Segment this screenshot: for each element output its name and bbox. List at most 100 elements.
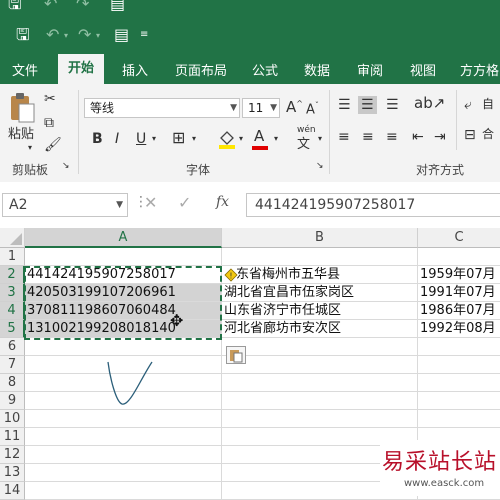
undo-icon[interactable]: ↶ [46,27,59,43]
cell-b5[interactable]: 河北省廊坊市安次区 [222,320,418,338]
merge-center-icon[interactable]: ⊟ [464,128,476,142]
shrink-font-button[interactable]: Aˇ [306,102,319,117]
phonetic-button[interactable]: wén [297,126,316,135]
row-header[interactable]: 5 [0,320,25,338]
cell-b7[interactable] [222,356,418,374]
cell-a6[interactable] [25,338,222,356]
customize-qat-icon[interactable]: ≡ [140,30,148,40]
form-icon[interactable]: ▤ [110,0,125,12]
undo-dropdown-icon[interactable]: ▾ [64,32,68,40]
cell-c7[interactable] [418,356,500,374]
row-header[interactable]: 10 [0,410,25,428]
tab-home[interactable]: 开始 [58,54,105,84]
font-launcher-icon[interactable]: ↘ [316,162,324,171]
insert-function-button[interactable]: fx [216,194,229,210]
cell-c8[interactable] [418,374,500,392]
row-header[interactable]: 8 [0,374,25,392]
tab-insert[interactable]: 插入 [122,60,148,79]
formula-input[interactable]: 441424195907258017 [246,193,500,217]
align-middle-icon[interactable]: ☰ [358,96,377,114]
row-header[interactable]: 4 [0,302,25,320]
worksheet-grid[interactable]: A B C 1 2 441424195907258017 东省梅州市五华县 1959年0… [0,228,500,500]
cut-icon[interactable]: ✂ [44,92,56,106]
row-header[interactable]: 7 [0,356,25,374]
paste-dropdown-icon[interactable]: ▾ [28,144,32,152]
tab-formulas[interactable]: 公式 [252,60,278,79]
cell-b6[interactable] [222,338,418,356]
increase-indent-icon[interactable]: ⇥ [434,130,446,144]
cell-a2[interactable]: 441424195907258017 [25,266,222,284]
redo-icon[interactable]: ↷ [78,27,91,43]
save-icon[interactable]: 🖫 [8,0,22,12]
paste-button[interactable]: 粘贴 [8,128,34,141]
wrap-text-icon[interactable]: ⤶ [464,98,472,112]
tab-view[interactable]: 视图 [410,60,436,79]
save-icon[interactable]: 🖫 [16,27,30,43]
cell-c3[interactable]: 1991年07月 [418,284,500,302]
merge-center-label[interactable]: 合 [482,128,494,140]
paste-options-icon[interactable] [226,346,246,364]
cell-b3[interactable]: 湖北省宜昌市伍家岗区 [222,284,418,302]
cell-b4[interactable]: 山东省济宁市任城区 [222,302,418,320]
cell-a3[interactable]: 420503199107206961 [25,284,222,302]
tab-file[interactable]: 文件 [12,60,38,79]
align-left-icon[interactable]: ≡ [338,130,350,144]
row-header[interactable]: 6 [0,338,25,356]
cell-c6[interactable] [418,338,500,356]
phonetic-dropdown-icon[interactable]: ▾ [318,135,322,143]
column-header-b[interactable]: B [222,228,418,248]
cell-a10[interactable] [25,410,222,428]
cell-b8[interactable] [222,374,418,392]
font-size-combo[interactable]: 11 ▼ [242,98,280,118]
cancel-icon[interactable]: ✕ [144,193,157,212]
wrap-text-label[interactable]: 自 [482,98,494,110]
cell-c9[interactable] [418,392,500,410]
chevron-down-icon[interactable]: ▼ [116,194,123,216]
row-header[interactable]: 11 [0,428,25,446]
borders-icon[interactable]: ⊞ [172,130,185,146]
row-header[interactable]: 12 [0,446,25,464]
row-header[interactable]: 9 [0,392,25,410]
cell-a12[interactable] [25,446,222,464]
tab-review[interactable]: 审阅 [357,60,383,79]
row-header[interactable]: 2 [0,266,25,284]
align-center-icon[interactable]: ≡ [362,130,374,144]
borders-dropdown-icon[interactable]: ▾ [192,135,196,143]
row-header[interactable]: 3 [0,284,25,302]
fill-color-dropdown-icon[interactable]: ▾ [239,135,243,143]
decrease-indent-icon[interactable]: ⇤ [412,130,424,144]
paste-icon[interactable] [8,92,36,124]
cell-c4[interactable]: 1986年07月 [418,302,500,320]
align-bottom-icon[interactable]: ☰ [386,98,399,112]
align-right-icon[interactable]: ≡ [386,130,398,144]
cell-a13[interactable] [25,464,222,482]
copy-icon[interactable]: ⧉ [44,116,54,130]
cell-b2[interactable]: 东省梅州市五华县 [222,266,418,284]
bold-button[interactable]: B [92,132,103,146]
cell-c5[interactable]: 1992年08月 [418,320,500,338]
tab-fangfangge[interactable]: 方方格 [460,60,499,79]
grow-font-button[interactable]: A^ [286,100,303,115]
cell-a14[interactable] [25,482,222,500]
cell-c10[interactable] [418,410,500,428]
clipboard-launcher-icon[interactable]: ↘ [62,162,70,171]
font-color-button[interactable]: A [252,129,268,150]
underline-dropdown-icon[interactable]: ▾ [152,135,156,143]
cell-c2[interactable]: 1959年07月 [418,266,500,284]
tab-page-layout[interactable]: 页面布局 [175,60,227,79]
underline-button[interactable]: U [136,132,146,146]
fill-color-icon[interactable] [218,129,236,152]
chevron-down-icon[interactable]: ▼ [230,99,237,117]
font-color-dropdown-icon[interactable]: ▾ [274,135,278,143]
cell-b9[interactable] [222,392,418,410]
font-name-combo[interactable]: 等线 ▼ [84,98,240,118]
align-top-icon[interactable]: ☰ [338,98,351,112]
name-box[interactable]: A2 ▼ [2,193,128,217]
form-icon[interactable]: ▤ [114,27,129,43]
cell-a1[interactable] [25,248,222,266]
chevron-down-icon[interactable]: ▼ [270,99,277,117]
cell-c1[interactable] [418,248,500,266]
error-warning-icon[interactable]: ! [224,268,238,285]
tab-data[interactable]: 数据 [304,60,330,79]
cell-a11[interactable] [25,428,222,446]
